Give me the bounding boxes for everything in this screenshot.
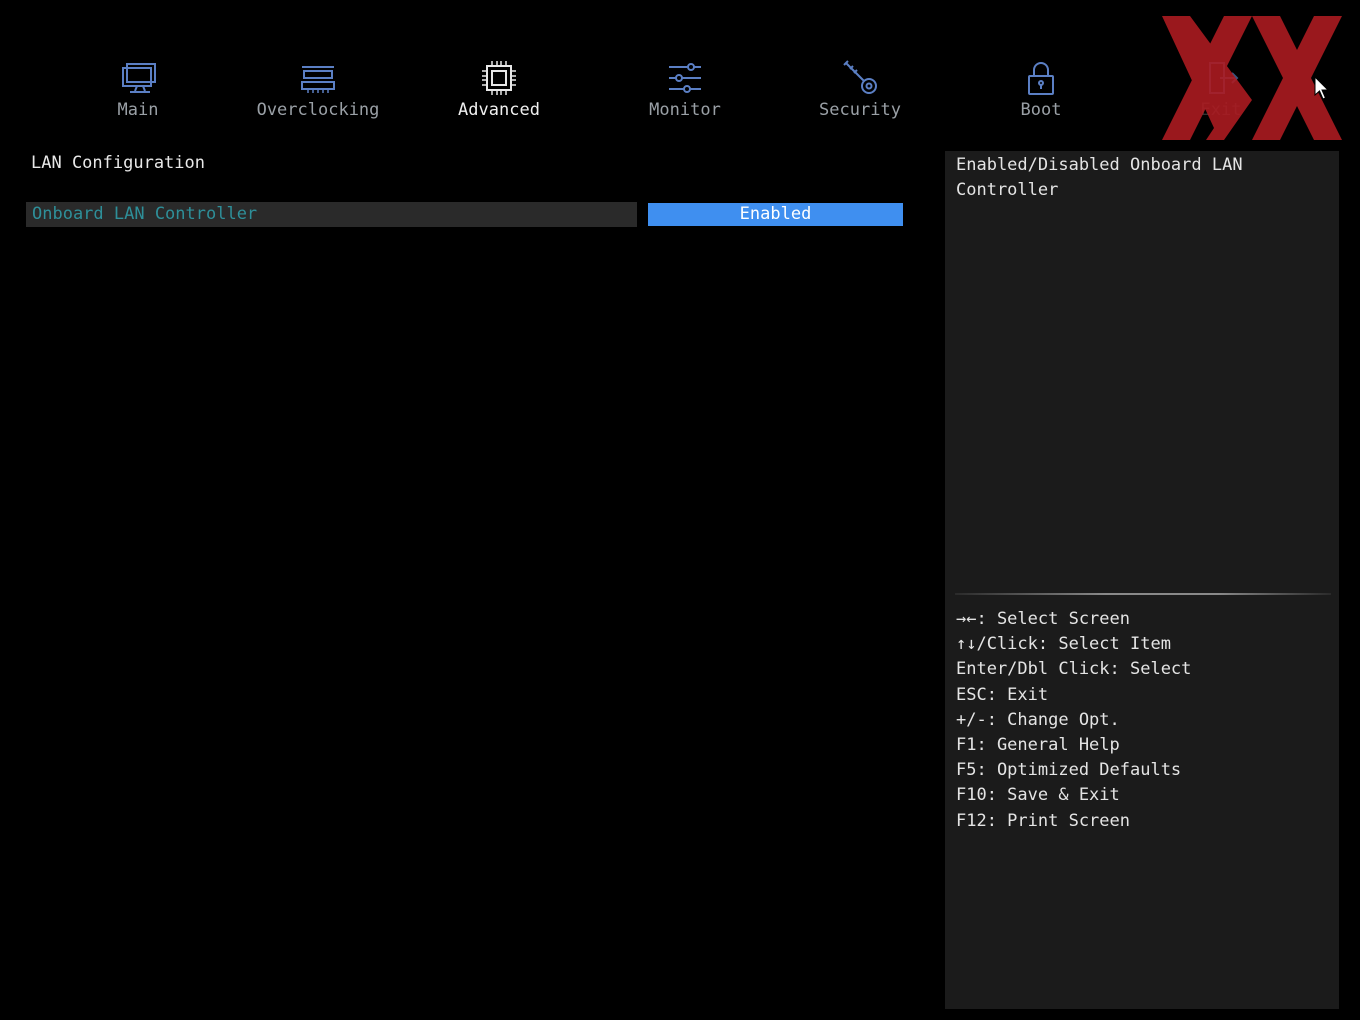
bios-screen: Main Overclocking Advanced Monitor Secur… bbox=[0, 0, 1360, 1020]
help-panel: Enabled/Disabled Onboard LAN Controller … bbox=[945, 151, 1339, 1009]
tab-monitor[interactable]: Monitor bbox=[610, 58, 760, 130]
key-hint: F10: Save & Exit bbox=[956, 785, 1120, 806]
tab-overclocking[interactable]: Overclocking bbox=[243, 58, 393, 130]
help-divider bbox=[955, 593, 1331, 595]
monitor-computer-icon bbox=[122, 63, 156, 93]
lock-icon bbox=[1028, 62, 1054, 95]
help-description: Enabled/Disabled Onboard LAN Controller bbox=[956, 155, 1243, 200]
setting-row-onboard-lan[interactable]: Onboard LAN Controller bbox=[26, 202, 637, 227]
key-hint: ↑↓/Click: Select Item bbox=[956, 634, 1171, 655]
key-hint: →←: Select Screen bbox=[956, 609, 1130, 629]
key-hint: Enter/Dbl Click: Select bbox=[956, 659, 1192, 680]
cpu-chip-icon bbox=[482, 61, 516, 95]
tab-label: Boot bbox=[1020, 100, 1062, 120]
memory-module-icon bbox=[301, 66, 335, 93]
key-hint: ESC: Exit bbox=[956, 684, 1049, 705]
tab-security[interactable]: Security bbox=[785, 58, 935, 130]
tab-boot[interactable]: Boot bbox=[966, 58, 1116, 130]
key-hint: F12: Print Screen bbox=[956, 810, 1130, 831]
tab-label: Security bbox=[819, 100, 901, 120]
key-hint: +/-: Change Opt. bbox=[956, 709, 1120, 730]
tab-label: Main bbox=[117, 100, 159, 120]
tab-label: Advanced bbox=[458, 100, 540, 120]
tab-advanced[interactable]: Advanced bbox=[424, 58, 574, 130]
mouse-cursor-icon bbox=[1314, 76, 1330, 100]
key-hint: F5: Optimized Defaults bbox=[956, 760, 1182, 781]
tab-main[interactable]: Main bbox=[63, 58, 213, 130]
setting-label: Onboard LAN Controller bbox=[32, 204, 258, 224]
tab-label: Overclocking bbox=[256, 100, 380, 120]
key-icon bbox=[843, 60, 877, 94]
section-title: LAN Configuration bbox=[31, 153, 205, 173]
sliders-icon bbox=[669, 63, 701, 93]
key-legend: →←: Select Screen ↑↓/Click: Select Item … bbox=[956, 607, 1191, 834]
setting-value-dropdown[interactable]: Enabled bbox=[648, 203, 903, 226]
tab-label: Monitor bbox=[649, 100, 721, 120]
key-hint: F1: General Help bbox=[956, 735, 1120, 756]
top-nav: Main Overclocking Advanced Monitor Secur… bbox=[0, 0, 1360, 140]
